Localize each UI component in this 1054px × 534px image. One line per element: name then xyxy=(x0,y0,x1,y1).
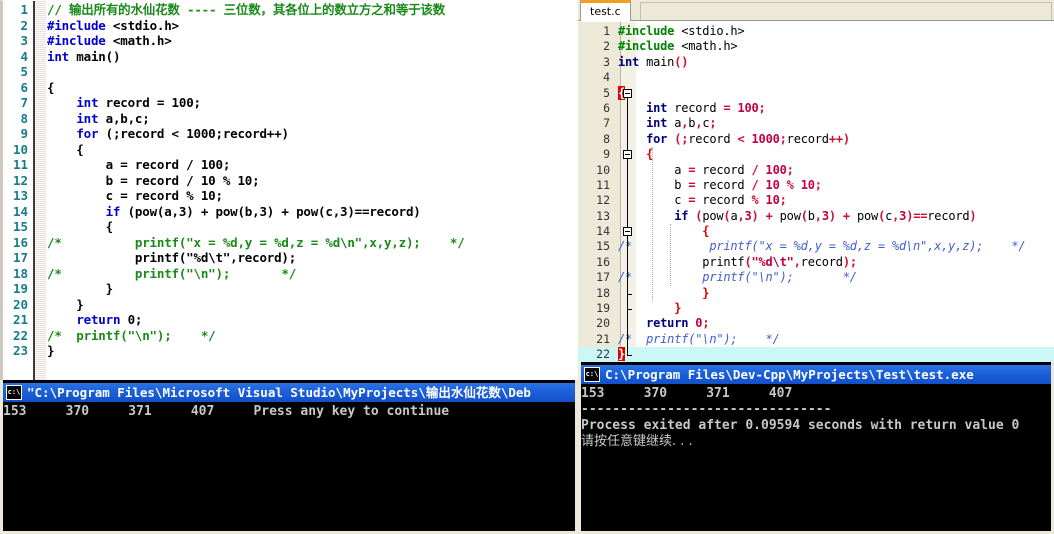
dev-code-line[interactable]: 22} xyxy=(578,347,1054,362)
dev-code-line[interactable]: 19 } xyxy=(578,301,1054,316)
fold-toggle-icon[interactable] xyxy=(623,88,632,98)
dev-line-text: if (pow(a,3) + pow(b,3) + pow(c,3)==reco… xyxy=(674,208,977,223)
vc-window-frame xyxy=(0,0,578,380)
dev-code-line[interactable]: 8 for (;record < 1000;record++) xyxy=(578,132,1054,147)
dev-console-line-exit: Process exited after 0.09594 seconds wit… xyxy=(581,418,1020,433)
dev-code-rows[interactable]: 1 #include <stdio.h> 2 #include <math.h> 3 in… xyxy=(578,24,1054,362)
indent-guide xyxy=(670,224,672,286)
dev-console-output: 153 370 371 407 -------------------------… xyxy=(581,386,1051,450)
fold-end-tick xyxy=(627,355,632,357)
dev-line-number: 13 xyxy=(596,208,610,223)
dev-line-number: 18 xyxy=(596,285,610,300)
vc-console-output: 153 370 371 407 Press any key to continu… xyxy=(3,404,575,420)
dev-line-text: int record = 100; xyxy=(646,100,766,115)
console-icon: c:\ xyxy=(6,385,22,400)
dev-console-line-separator: -------------------------------- xyxy=(581,402,832,417)
fold-end-tick xyxy=(627,309,632,311)
dev-code-line[interactable]: 16 printf("%d\t",record); xyxy=(578,255,1054,270)
console-icon: c:\ xyxy=(584,367,600,382)
dev-line-number: 10 xyxy=(596,162,610,177)
dev-console-title-text: C:\Program Files\Dev-Cpp\MyProjects\Test… xyxy=(605,367,974,382)
dev-line-number: 9 xyxy=(603,147,610,162)
dev-code-line[interactable]: 1 #include <stdio.h> xyxy=(578,24,1054,39)
fold-toggle-icon[interactable] xyxy=(623,227,632,237)
dev-code-line[interactable]: 21 /* printf("\n"); */ xyxy=(578,332,1054,347)
dev-line-number: 14 xyxy=(596,224,610,239)
screenshot-root: 1// 输出所有的水仙花数 ---- 三位数，其各位上的数立方之和等于该数 2 #i… xyxy=(0,0,1054,534)
dev-line-text: /* printf("x = %d,y = %d,z = %d\n",x,y,z… xyxy=(618,239,1026,254)
dev-code-line[interactable]: 15 /* printf("x = %d,y = %d,z = %d\n",x,y… xyxy=(578,239,1054,254)
dev-line-number: 22 xyxy=(596,347,610,362)
dev-code-line[interactable]: 5{ xyxy=(578,85,1054,101)
dev-line-text: #include <stdio.h> xyxy=(618,24,745,38)
dev-line-number: 2 xyxy=(603,39,610,54)
dev-code-line[interactable]: 14 { xyxy=(578,224,1054,239)
dev-code-line[interactable]: 6 int record = 100; xyxy=(578,101,1054,116)
dev-line-number: 12 xyxy=(596,193,610,208)
visual-studio-editor[interactable]: 1// 输出所有的水仙花数 ---- 三位数，其各位上的数立方之和等于该数 2 #i… xyxy=(0,0,578,380)
fold-end-tick xyxy=(627,293,632,295)
dev-line-text: /* printf("\n"); */ xyxy=(618,331,780,346)
dev-line-number: 6 xyxy=(603,100,610,115)
dev-line-text: int a,b,c; xyxy=(646,116,717,131)
dev-code-line[interactable]: 3 int main() xyxy=(578,55,1054,70)
dev-code-line[interactable]: 17/* printf("\n"); */ xyxy=(578,270,1054,285)
dev-code-area[interactable]: 1 #include <stdio.h> 2 #include <math.h> 3 in… xyxy=(578,22,1054,362)
dev-code-line[interactable]: 2 #include <math.h> xyxy=(578,39,1054,54)
dev-line-text: } xyxy=(618,347,626,362)
dev-line-text: a = record / 100; xyxy=(618,162,794,177)
dev-line-number: 20 xyxy=(596,316,610,331)
dev-line-number: 1 xyxy=(603,24,610,38)
dev-line-number: 4 xyxy=(603,70,610,85)
dev-line-number: 21 xyxy=(596,331,610,346)
dev-code-line[interactable]: 10 a = record / 100; xyxy=(578,163,1054,178)
dev-line-number: 15 xyxy=(596,239,610,254)
vc-console-title-text: "C:\Program Files\Microsoft Visual Studi… xyxy=(27,385,531,400)
dev-code-line[interactable]: 11 b = record / 10 % 10; xyxy=(578,178,1054,193)
dev-console-titlebar[interactable]: c:\ C:\Program Files\Dev-Cpp\MyProjects\T… xyxy=(581,365,1051,384)
dev-line-text: return 0; xyxy=(646,316,710,331)
dev-code-line[interactable]: 13 if (pow(a,3) + pow(b,3) + pow(c,3)==r… xyxy=(578,209,1054,224)
dev-console-line-results: 153 370 371 407 xyxy=(581,386,793,401)
dev-line-text: c = record % 10; xyxy=(618,193,787,208)
dev-line-number: 16 xyxy=(596,254,610,269)
dev-line-number: 8 xyxy=(603,131,610,146)
dev-line-number: 17 xyxy=(596,270,610,285)
dev-code-line[interactable]: 12 c = record % 10; xyxy=(578,193,1054,208)
dev-line-text: #include <math.h> xyxy=(618,39,738,54)
dev-code-line[interactable]: 18 } xyxy=(578,286,1054,301)
dev-line-text: int main() xyxy=(618,54,689,69)
dev-line-number: 19 xyxy=(596,301,610,316)
dev-line-number: 7 xyxy=(603,116,610,131)
dev-line-number: 11 xyxy=(596,177,610,192)
dev-tab-bar[interactable]: test.c xyxy=(578,0,1054,21)
dev-console-line-prompt: 请按任意键继续. . . xyxy=(581,434,693,449)
dev-line-number: 5 xyxy=(603,85,610,100)
dev-line-number: 3 xyxy=(603,54,610,69)
indent-guide xyxy=(652,147,654,302)
dev-code-line[interactable]: 4 xyxy=(578,70,1054,85)
dev-cpp-editor[interactable]: test.c 1 #include <stdio.h> 2 #include <mat… xyxy=(578,0,1054,362)
dev-tab-empty-area xyxy=(640,2,1052,20)
visual-studio-console-window[interactable]: c:\ "C:\Program Files\Microsoft Visual St… xyxy=(0,380,578,534)
vc-console-titlebar[interactable]: c:\ "C:\Program Files\Microsoft Visual St… xyxy=(3,383,575,402)
dev-line-text: b = record / 10 % 10; xyxy=(618,177,822,192)
dev-code-line[interactable]: 20 return 0; xyxy=(578,316,1054,331)
dev-line-text: for (;record < 1000;record++) xyxy=(646,131,850,146)
dev-code-line[interactable]: 9 { xyxy=(578,147,1054,162)
dev-cpp-console-window[interactable]: c:\ C:\Program Files\Dev-Cpp\MyProjects\T… xyxy=(578,362,1054,534)
tab-test-c[interactable]: test.c xyxy=(580,0,631,21)
fold-toggle-icon[interactable] xyxy=(623,150,632,160)
dev-code-line[interactable]: 7 int a,b,c; xyxy=(578,116,1054,131)
